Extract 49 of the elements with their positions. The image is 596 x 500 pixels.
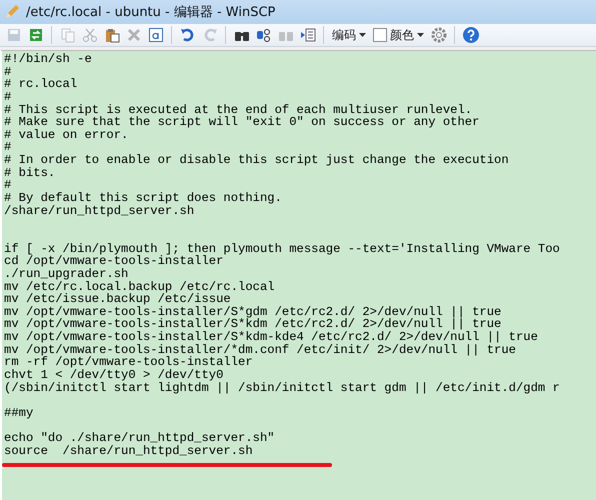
encoding-dropdown[interactable]: 编码: [329, 25, 369, 45]
settings-icon: [430, 27, 446, 43]
paste-icon: [104, 27, 120, 43]
code-line: mv /opt/vmware-tools-installer/S*kdm /etc/rc2.d/ 2>/dev/null || true: [3, 318, 502, 332]
code-line: mv /opt/vmware-tools-installer/S*gdm /etc/rc2.d/ 2>/dev/null || true: [3, 306, 502, 318]
code-line: #: [3, 90, 12, 104]
help-button[interactable]: [460, 25, 481, 45]
caret-icon: [417, 33, 424, 37]
caret-icon: [359, 33, 366, 37]
code-line: ./run_upgrader.sh: [3, 268, 130, 281]
code-line: mv /etc/issue.backup /etc/issue: [3, 293, 231, 306]
code-line: # This script is executed at the end of each multiuser runlevel.: [3, 104, 472, 116]
delete-icon: [126, 27, 142, 43]
code-line: # In order to enable or disable this script just change the execution: [3, 154, 510, 167]
code-line: /share/run_httpd_server.sh: [3, 204, 196, 218]
code-line: if [ -x /bin/plymouth ]; then plymouth message --text='Installing VMware Too: [3, 242, 561, 256]
text-editor[interactable]: [0, 50, 596, 500]
code-line: # value on error.: [3, 128, 130, 142]
window-title: /etc/rc.local - ubuntu - 编辑器 - WinSCP: [26, 4, 276, 21]
goto-line-icon: [300, 27, 316, 43]
refresh-icon: [28, 27, 44, 43]
select-all-icon: [148, 27, 164, 43]
code-line: # By default this script does nothing.: [3, 192, 283, 205]
pencil-icon: [4, 4, 20, 20]
code-line: chvt 1 < /dev/tty0 > /dev/tty0: [3, 369, 224, 382]
code-line: cd /opt/vmware-tools-installer: [3, 255, 224, 268]
code-line: rm -rf /opt/vmware-tools-installer: [3, 356, 253, 370]
scissors-icon: [82, 27, 98, 43]
code-line: mv /opt/vmware-tools-installer/S*kdm-kde4 /etc/rc2.d/ 2>/dev/null || true: [3, 331, 539, 344]
help-icon: [462, 26, 480, 44]
color-dropdown[interactable]: 颜色: [370, 25, 427, 45]
code-line: #: [3, 66, 12, 78]
code-line: mv /etc/rc.local.backup /etc/rc.local: [3, 280, 276, 294]
code-line: # Make sure that the script will "exit 0" on success or any other: [3, 116, 480, 129]
code-line: # rc.local: [3, 78, 78, 91]
undo-icon: [180, 27, 196, 43]
code-line: source /share/run_httpd_server.sh: [3, 444, 254, 458]
code-line: #: [3, 179, 12, 192]
code-line: (/sbin/initctl start lightdm || /sbin/initctl start gdm || /etc/init.d/gdm r: [3, 382, 561, 394]
checkbox[interactable]: [373, 28, 387, 42]
code-line: # bits.: [3, 166, 56, 180]
code-line: #!/bin/sh -e: [3, 53, 93, 66]
code-line: #: [3, 141, 12, 154]
copy-icon: [60, 27, 76, 43]
code-line: mv /opt/vmware-tools-installer/*dm.conf /etc/init/ 2>/dev/null || true: [3, 344, 517, 356]
code-line: ##my: [3, 406, 34, 420]
redo-icon: [202, 27, 218, 43]
save-icon: [6, 27, 22, 43]
code-line: echo "do ./share/run_httpd_server.sh": [3, 432, 276, 445]
